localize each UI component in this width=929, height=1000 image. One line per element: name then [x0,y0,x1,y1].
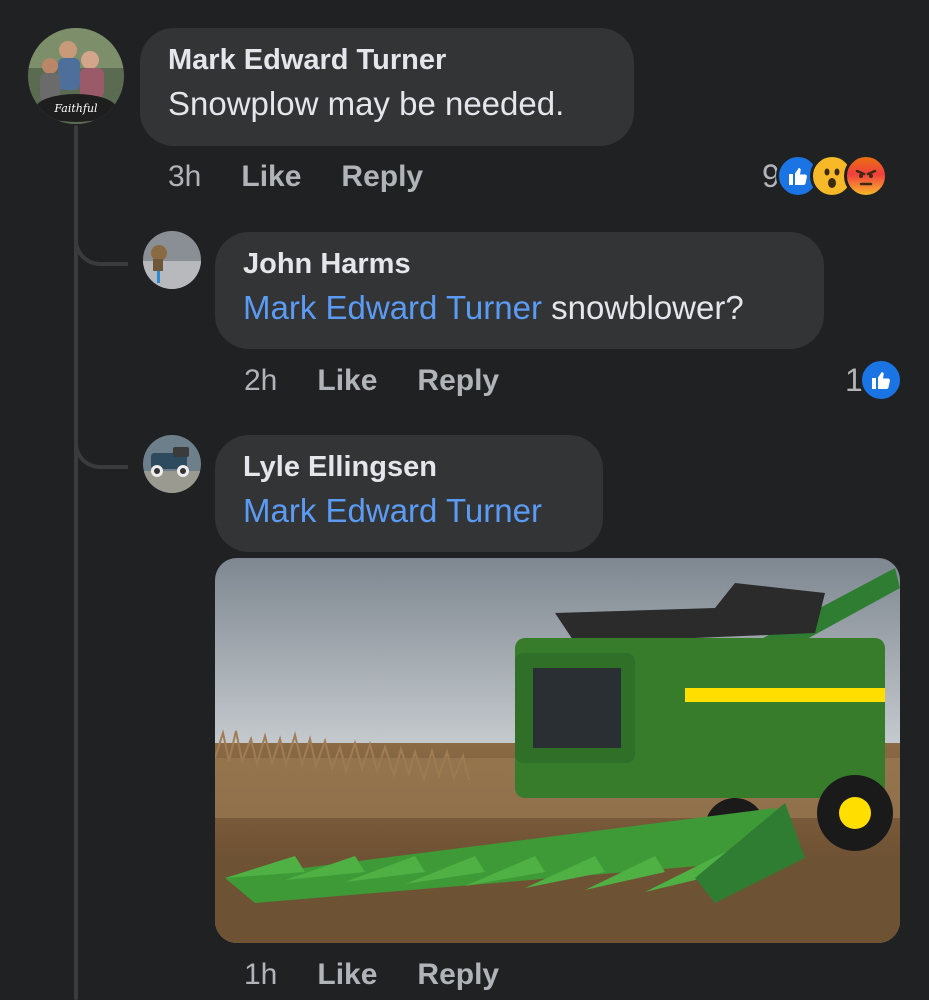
thread-branch [74,435,128,469]
comment-text: Mark Edward Turner [243,492,573,530]
svg-text:Faithful: Faithful [53,102,98,115]
comment-actions: 2h Like Reply [244,364,499,398]
reply-button[interactable]: Reply [417,364,499,398]
like-button[interactable]: Like [317,958,377,992]
reply-button[interactable]: Reply [341,160,423,194]
mention-link[interactable]: Mark Edward Turner [243,289,542,326]
comment-photo-combine-harvester[interactable] [215,558,900,943]
like-button[interactable]: Like [317,364,377,398]
comment-time[interactable]: 3h [168,160,201,194]
comment-author[interactable]: John Harms [243,248,794,281]
comment-bubble: Mark Edward Turner Snowplow may be neede… [140,28,634,146]
thread-line [74,125,78,1000]
comment-author[interactable]: Mark Edward Turner [168,44,604,77]
reply-button[interactable]: Reply [417,958,499,992]
comment-bubble: Lyle Ellingsen Mark Edward Turner [215,435,603,552]
thread-branch [74,232,128,266]
like-button[interactable]: Like [241,160,301,194]
avatar[interactable] [143,231,201,289]
angry-icon [843,154,888,198]
reaction-summary[interactable]: 9 [762,154,888,198]
comment-actions: 1h Like Reply [244,958,499,992]
comment-actions: 3h Like Reply [168,160,423,194]
avatar[interactable]: Faithful [28,28,124,124]
comment-bubble: John Harms Mark Edward Turner snowblower… [215,232,824,349]
comment-author[interactable]: Lyle Ellingsen [243,451,573,484]
mention-link[interactable]: Mark Edward Turner [243,492,542,529]
comment-text: Snowplow may be needed. [168,85,565,122]
comment-time[interactable]: 2h [244,364,277,398]
comment-text: Mark Edward Turner snowblower? [243,289,794,327]
comment-time[interactable]: 1h [244,958,277,992]
reaction-summary[interactable]: 1 [845,358,903,402]
avatar[interactable] [143,435,201,493]
like-icon [858,358,903,402]
comment-text-body: snowblower? [551,289,744,326]
